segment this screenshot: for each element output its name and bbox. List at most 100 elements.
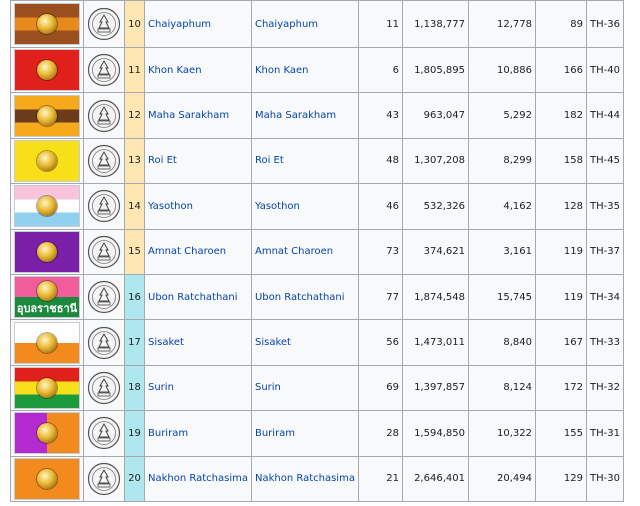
table-row: 17 Sisaket Sisaket 56 1,473,011 8,840 16…: [10, 319, 624, 366]
column-a-cell: 43: [357, 92, 403, 139]
name-alt-cell: Amnat Charoen: [250, 228, 359, 275]
flag-cell: [10, 319, 84, 366]
name-cell: Roi Et: [144, 137, 252, 185]
province-link[interactable]: Nakhon Ratchasima: [148, 473, 248, 484]
flag-emblem-icon: [37, 423, 57, 444]
population-cell: 1,874,548: [401, 273, 469, 321]
province-alt-link[interactable]: Buriram: [255, 428, 295, 439]
rank-cell: 19: [124, 410, 145, 457]
roi-et-flag-icon[interactable]: [14, 139, 80, 182]
province-alt-link[interactable]: Nakhon Ratchasima: [255, 473, 355, 484]
province-link[interactable]: Maha Sarakham: [148, 110, 229, 121]
name-cell: Yasothon: [144, 183, 252, 230]
province-alt-link[interactable]: Yasothon: [255, 201, 300, 212]
column-a-cell: 73: [357, 228, 403, 275]
nakhon-ratchasima-flag-icon[interactable]: [14, 457, 80, 500]
density-cell: 128: [534, 183, 587, 230]
name-alt-cell: Roi Et: [250, 137, 359, 185]
name-cell: Sisaket: [144, 319, 252, 366]
rank-cell: 20: [124, 455, 145, 502]
column-a-cell: 21: [357, 455, 403, 502]
province-link[interactable]: Yasothon: [148, 201, 193, 212]
name-alt-cell: Ubon Ratchathani: [250, 273, 359, 321]
seal-cell: [83, 410, 125, 457]
province-seal-icon[interactable]: [87, 280, 121, 314]
khon-kaen-flag-icon[interactable]: [14, 49, 80, 92]
province-link[interactable]: Surin: [148, 382, 174, 393]
rank-cell: 16: [124, 273, 145, 321]
table-row: 18 Surin Surin 69 1,397,857 8,124 172 TH…: [10, 364, 624, 412]
province-link[interactable]: Khon Kaen: [148, 65, 202, 76]
province-alt-link[interactable]: Roi Et: [255, 155, 284, 166]
density-cell: 167: [534, 319, 587, 366]
area-cell: 5,292: [467, 92, 536, 139]
iso-code-cell: TH-33: [585, 319, 624, 366]
province-seal-icon[interactable]: [87, 462, 121, 496]
flag-cell: [10, 46, 84, 94]
name-cell: Maha Sarakham: [144, 92, 252, 139]
chaiyaphum-flag-icon[interactable]: [14, 3, 80, 45]
ubon-ratchathani-flag-icon[interactable]: อุบลราชธานี: [14, 276, 80, 319]
iso-code-cell: TH-45: [585, 137, 624, 185]
seal-cell: [83, 183, 125, 230]
density-cell: 129: [534, 455, 587, 502]
name-alt-cell: Yasothon: [250, 183, 359, 230]
population-cell: 532,326: [401, 183, 469, 230]
column-a-cell: 28: [357, 410, 403, 457]
flag-cell: [10, 410, 84, 457]
seal-cell: [83, 0, 125, 48]
population-cell: 1,594,850: [401, 410, 469, 457]
rank-cell: 13: [124, 137, 145, 185]
province-seal-icon[interactable]: [87, 99, 121, 133]
province-link[interactable]: Amnat Charoen: [148, 246, 226, 257]
province-link[interactable]: Sisaket: [148, 337, 184, 348]
density-cell: 158: [534, 137, 587, 185]
name-alt-cell: Khon Kaen: [250, 46, 359, 94]
yasothon-flag-icon[interactable]: [14, 185, 80, 228]
area-cell: 3,161: [467, 228, 536, 275]
rank-cell: 15: [124, 228, 145, 275]
province-alt-link[interactable]: Surin: [255, 382, 281, 393]
province-seal-icon[interactable]: [87, 7, 121, 41]
maha-sarakham-flag-icon[interactable]: [14, 94, 80, 137]
column-a-cell: 77: [357, 273, 403, 321]
province-seal-icon[interactable]: [87, 371, 121, 405]
flag-emblem-icon: [37, 150, 57, 171]
province-seal-icon[interactable]: [87, 326, 121, 360]
province-alt-link[interactable]: Ubon Ratchathani: [255, 292, 345, 303]
province-alt-link[interactable]: Chaiyaphum: [255, 19, 318, 30]
province-seal-icon[interactable]: [87, 53, 121, 87]
buriram-flag-icon[interactable]: [14, 412, 80, 455]
province-link[interactable]: Buriram: [148, 428, 188, 439]
province-seal-icon[interactable]: [87, 144, 121, 178]
province-alt-link[interactable]: Khon Kaen: [255, 65, 309, 76]
province-alt-link[interactable]: Maha Sarakham: [255, 110, 336, 121]
seal-cell: [83, 273, 125, 321]
iso-code-cell: TH-30: [585, 455, 624, 502]
flag-cell: อุบลราชธานี: [10, 273, 84, 321]
province-link[interactable]: Ubon Ratchathani: [148, 292, 238, 303]
province-link[interactable]: Chaiyaphum: [148, 19, 211, 30]
province-alt-link[interactable]: Sisaket: [255, 337, 291, 348]
amnat-charoen-flag-icon[interactable]: [14, 230, 80, 273]
province-seal-icon[interactable]: [87, 416, 121, 450]
seal-cell: [83, 228, 125, 275]
flag-emblem-icon: [37, 468, 57, 489]
province-alt-link[interactable]: Amnat Charoen: [255, 246, 333, 257]
province-link[interactable]: Roi Et: [148, 155, 177, 166]
table-row: อุบลราชธานี 16 Ubon Ratchathani Ubon Rat…: [10, 273, 624, 321]
province-seal-icon[interactable]: [87, 189, 121, 223]
rank-cell: 18: [124, 364, 145, 412]
province-seal-icon[interactable]: [87, 235, 121, 269]
density-cell: 182: [534, 92, 587, 139]
area-cell: 4,162: [467, 183, 536, 230]
iso-code-cell: TH-34: [585, 273, 624, 321]
population-cell: 1,397,857: [401, 364, 469, 412]
surin-flag-icon[interactable]: [14, 366, 80, 409]
flag-emblem-icon: [37, 105, 57, 126]
flag-emblem-icon: [37, 241, 57, 262]
name-cell: Khon Kaen: [144, 46, 252, 94]
name-alt-cell: Surin: [250, 364, 359, 412]
rank-cell: 11: [124, 46, 145, 94]
sisaket-flag-icon[interactable]: [14, 321, 80, 364]
